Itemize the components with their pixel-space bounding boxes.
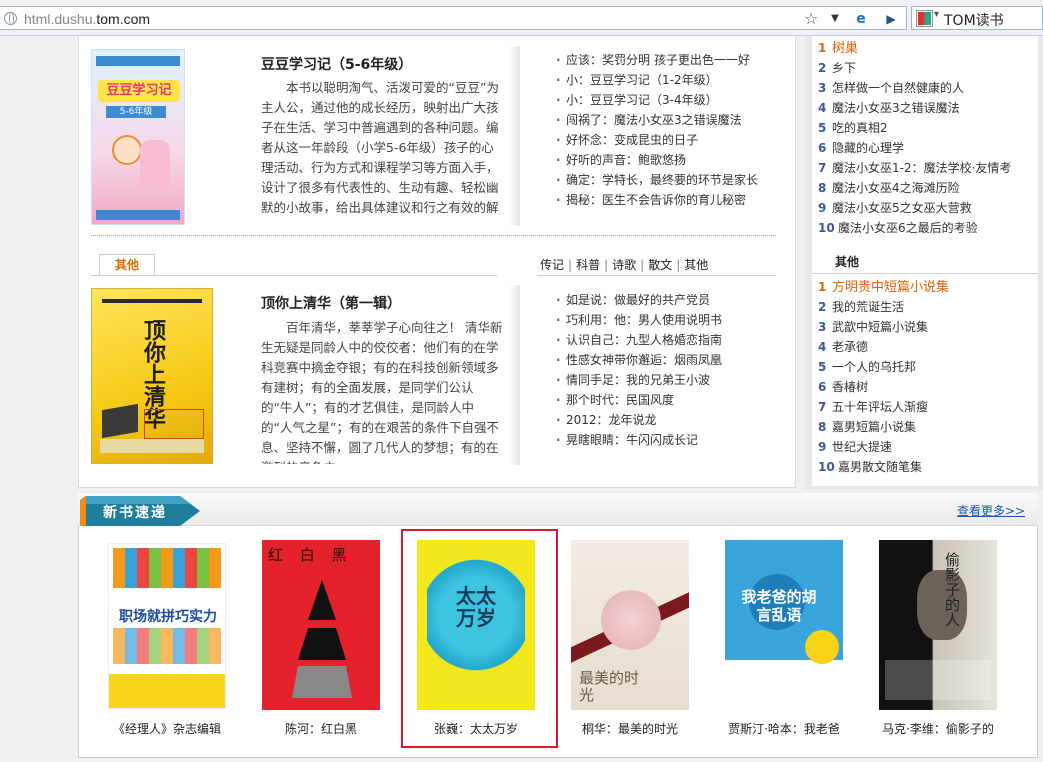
tab-underline — [91, 275, 497, 276]
globe-icon — [4, 12, 17, 25]
section-divider — [91, 235, 776, 236]
new-book-cover[interactable]: 最美的时光 — [571, 540, 689, 710]
rank-item[interactable]: 8 魔法小女巫4之海滩历险 — [818, 178, 1011, 198]
caret-down-icon[interactable]: ▾ — [934, 9, 939, 20]
rank-item[interactable]: 10 魔法小女巫6之最后的考验 — [818, 218, 1011, 238]
related-links-1: 应该：奖罚分明 孩子更出色一一好 小：豆豆学习记（1-2年级） 小：豆豆学习记（… — [556, 50, 758, 210]
search-engine-label: TOM读书 — [944, 13, 1004, 29]
search-engine-box[interactable]: ▾ TOM读书 — [911, 6, 1043, 30]
rank-item[interactable]: 10 嘉男散文随笔集 — [818, 457, 949, 477]
category-link-other[interactable]: 其他 — [684, 258, 708, 272]
search-engine-logo-icon — [917, 11, 932, 26]
related-link[interactable]: 小：豆豆学习记（1-2年级） — [556, 70, 758, 90]
ranking-list-top: 1 树巢 2 乡下 3 怎样做一个自然健康的人 4 魔法小女巫3之错误魔法 5 吃的真相2… — [818, 38, 1011, 238]
new-book-caption[interactable]: 贾斯汀·哈本：我老爸 — [719, 720, 849, 737]
new-book-caption[interactable]: 《经理人》杂志编辑 — [108, 720, 226, 737]
column-shadow — [510, 46, 520, 226]
related-link[interactable]: 揭秘：医生不会告诉你的育儿秘密 — [556, 190, 758, 210]
rank-item[interactable]: 2 乡下 — [818, 58, 1011, 78]
book-title-doudou[interactable]: 豆豆学习记（5-6年级） — [261, 54, 412, 74]
new-book-caption[interactable]: 陈河：红白黑 — [262, 720, 380, 737]
new-book-caption[interactable]: 桐华：最美的时光 — [571, 720, 689, 737]
rank-item[interactable]: 1 方明贵中短篇小说集 — [818, 277, 949, 297]
forward-icon[interactable]: ▶ — [882, 10, 900, 28]
browser-toolbar: html.dushu.tom.com ☆ ▼ e ▶ ▾ TOM读书 — [0, 0, 1043, 36]
new-book-caption[interactable]: 张巍：太太万岁 — [417, 720, 535, 737]
book-cover-doudou[interactable]: 豆豆学习记 5-6年级 — [91, 49, 185, 225]
new-books-header — [78, 493, 1038, 526]
rank-item[interactable]: 4 魔法小女巫3之错误魔法 — [818, 98, 1011, 118]
rank-item[interactable]: 5 吃的真相2 — [818, 118, 1011, 138]
related-link[interactable]: 如是说：做最好的共产党员 — [556, 290, 722, 310]
related-link[interactable]: 那个时代：民国风度 — [556, 390, 722, 410]
related-link[interactable]: 情同手足：我的兄弟王小波 — [556, 370, 722, 390]
cover-title: 豆豆学习记 — [98, 80, 180, 102]
address-text[interactable]: html.dushu.tom.com — [24, 11, 150, 27]
related-link[interactable]: 巧利用：他：男人使用说明书 — [556, 310, 722, 330]
new-book-cover[interactable]: 偷影子的人 — [879, 540, 997, 710]
ie-compat-icon[interactable]: e — [852, 10, 870, 28]
column-shadow — [510, 285, 520, 465]
rank-item[interactable]: 5 一个人的乌托邦 — [818, 357, 949, 377]
tab-other[interactable]: 其他 — [99, 254, 155, 275]
new-book-cover[interactable]: 太太万岁 — [417, 540, 535, 710]
rank-item[interactable]: 9 世纪大提速 — [818, 437, 949, 457]
book-title-qinghua[interactable]: 顶你上清华（第一辑） — [261, 293, 401, 313]
related-link[interactable]: 闯祸了：魔法小女巫3之错误魔法 — [556, 110, 758, 130]
related-link[interactable]: 晃瞎眼睛：牛闪闪成长记 — [556, 430, 722, 450]
rank-item[interactable]: 6 隐藏的心理学 — [818, 138, 1011, 158]
rank-item[interactable]: 3 怎样做一个自然健康的人 — [818, 78, 1011, 98]
new-books-title: 新书速递 — [103, 505, 167, 521]
related-link[interactable]: 小：豆豆学习记（3-4年级） — [556, 90, 758, 110]
rank-item[interactable]: 9 魔法小女巫5之女巫大营救 — [818, 198, 1011, 218]
category-link-poetry[interactable]: 诗歌 — [612, 258, 636, 272]
cover-grade: 5-6年级 — [106, 106, 166, 118]
category-link-biography[interactable]: 传记 — [540, 258, 564, 272]
rank-item[interactable]: 3 武歆中短篇小说集 — [818, 317, 949, 337]
category-links: 传记 | 科普 | 诗歌 | 散文 | 其他 — [540, 258, 709, 272]
related-link[interactable]: 2012：龙年说龙 — [556, 410, 722, 430]
related-link[interactable]: 性感女神带你邂逅：烟雨凤凰 — [556, 350, 722, 370]
related-link[interactable]: 确定：学特长，最终要的环节是家长 — [556, 170, 758, 190]
address-bar[interactable]: html.dushu.tom.com ☆ ▼ e ▶ — [0, 6, 907, 30]
category-link-essay[interactable]: 散文 — [648, 258, 672, 272]
category-link-science[interactable]: 科普 — [576, 258, 600, 272]
rank-item[interactable]: 1 树巢 — [818, 38, 1011, 58]
book-description-qinghua: 百年清华，莘莘学子心向往之！ 清华新生无疑是同龄人中的佼佼者：他们有的在学科竞赛… — [261, 320, 503, 464]
new-book-cover[interactable]: 职场就拼巧实力 — [108, 543, 226, 709]
new-book-caption[interactable]: 马克·李维：偷影子的 — [879, 720, 997, 737]
related-link[interactable]: 好怀念：变成昆虫的日子 — [556, 130, 758, 150]
rank-item[interactable]: 7 魔法小女巫1-2：魔法学校·友情考 — [818, 158, 1011, 178]
related-link[interactable]: 认识自己：九型人格婚恋指南 — [556, 330, 722, 350]
book-description-doudou: 本书以聪明淘气、活泼可爱的“豆豆”为主人公，通过他的成长经历，映射出广大孩子在生… — [261, 80, 499, 215]
rank-item[interactable]: 2 我的荒诞生活 — [818, 297, 949, 317]
related-links-2: 如是说：做最好的共产党员 巧利用：他：男人使用说明书 认识自己：九型人格婚恋指南… — [556, 290, 722, 450]
rank-item[interactable]: 8 嘉男短篇小说集 — [818, 417, 949, 437]
ranking-other-underline — [812, 273, 1038, 274]
related-link[interactable]: 好听的声音：鲍歌悠扬 — [556, 150, 758, 170]
ranking-other-header[interactable]: 其他 — [818, 251, 876, 273]
rank-item[interactable]: 7 五十年评坛人渐瘦 — [818, 397, 949, 417]
category-underline — [537, 275, 776, 276]
view-more-link[interactable]: 查看更多>> — [957, 502, 1025, 519]
related-link[interactable]: 应该：奖罚分明 孩子更出色一一好 — [556, 50, 758, 70]
favorite-star-icon[interactable]: ☆ — [802, 10, 820, 28]
new-book-cover[interactable]: 我老爸的胡言乱语 — [725, 540, 843, 710]
book-cover-qinghua[interactable]: 顶你上清华 — [91, 288, 213, 464]
rank-item[interactable]: 6 香椿树 — [818, 377, 949, 397]
ranking-list-other: 1 方明贵中短篇小说集 2 我的荒诞生活 3 武歆中短篇小说集 4 老承德 5 一个人的乌… — [818, 277, 949, 477]
dropdown-arrow-icon[interactable]: ▼ — [826, 10, 844, 28]
rank-item[interactable]: 4 老承德 — [818, 337, 949, 357]
new-book-cover[interactable]: 红 白 黑 — [262, 540, 380, 710]
